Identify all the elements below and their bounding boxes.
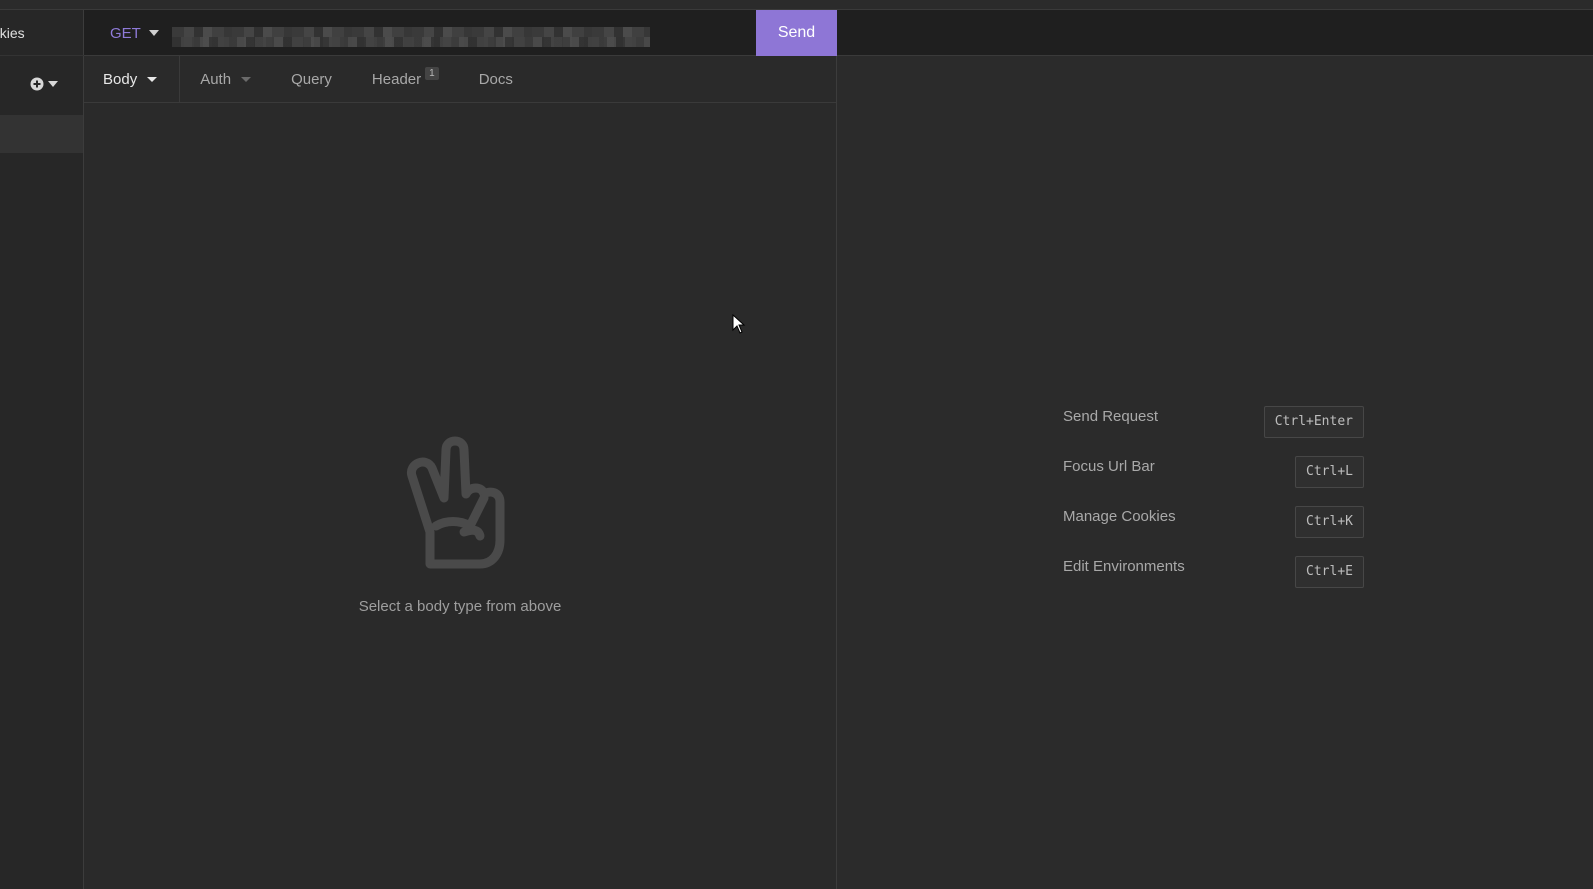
add-request-button[interactable]	[30, 74, 66, 94]
sidebar: okies	[0, 10, 84, 889]
plus-circle-icon	[30, 77, 44, 91]
mouse-cursor-icon	[732, 314, 746, 334]
tab-header[interactable]: Header 1	[352, 56, 459, 102]
sidebar-selected-request[interactable]	[0, 115, 83, 153]
cookies-label: okies	[0, 25, 25, 41]
header-count-badge: 1	[425, 66, 439, 80]
shortcut-key: Ctrl+K	[1295, 506, 1364, 538]
window-top-strip	[0, 0, 1593, 10]
shortcut-label: Focus Url Bar	[1063, 458, 1155, 475]
shortcut-key: Ctrl+L	[1295, 456, 1364, 488]
request-tabs: Body Auth Query Header 1 Docs	[84, 56, 836, 103]
url-input-redacted[interactable]	[172, 27, 650, 47]
tab-label: Auth	[200, 70, 232, 88]
shortcut-key: Ctrl+E	[1295, 556, 1364, 588]
sidebar-cookies-button[interactable]: okies	[0, 10, 84, 56]
tab-query[interactable]: Query	[271, 56, 352, 102]
method-label: GET	[110, 24, 141, 42]
caret-down-icon	[148, 30, 159, 36]
shortcut-row: Manage Cookies Ctrl+K	[1063, 506, 1364, 556]
tab-label: Header	[371, 70, 422, 88]
method-dropdown[interactable]: GET	[110, 10, 159, 56]
caret-down-icon	[48, 81, 58, 87]
response-pane: Send Request Ctrl+Enter Focus Url Bar Ct…	[837, 56, 1593, 889]
tab-auth[interactable]: Auth	[180, 56, 271, 102]
shortcut-label: Manage Cookies	[1063, 508, 1176, 525]
shortcut-row: Send Request Ctrl+Enter	[1063, 406, 1364, 456]
tab-docs[interactable]: Docs	[459, 56, 533, 102]
shortcut-label: Send Request	[1063, 408, 1159, 425]
shortcut-row: Edit Environments Ctrl+E	[1063, 556, 1364, 606]
send-button[interactable]: Send	[756, 10, 837, 56]
response-header-bar	[837, 10, 1593, 56]
url-bar: GET Send	[84, 10, 837, 56]
shortcut-key: Ctrl+Enter	[1263, 406, 1364, 438]
empty-state-text: Select a body type from above	[358, 598, 562, 615]
request-pane: Body Auth Query Header 1 Docs Select a b…	[84, 56, 837, 889]
caret-down-icon	[147, 76, 158, 82]
shortcut-label: Edit Environments	[1063, 558, 1185, 575]
shortcut-row: Focus Url Bar Ctrl+L	[1063, 456, 1364, 506]
peace-hand-icon	[406, 436, 505, 569]
tab-label: Query	[291, 70, 332, 88]
shortcut-list: Send Request Ctrl+Enter Focus Url Bar Ct…	[1063, 406, 1364, 606]
tab-label: Docs	[478, 70, 513, 88]
tab-body[interactable]: Body	[84, 56, 181, 102]
tab-label: Body	[103, 70, 138, 88]
caret-down-icon	[241, 76, 252, 82]
body-empty-state: Select a body type from above	[84, 436, 836, 615]
